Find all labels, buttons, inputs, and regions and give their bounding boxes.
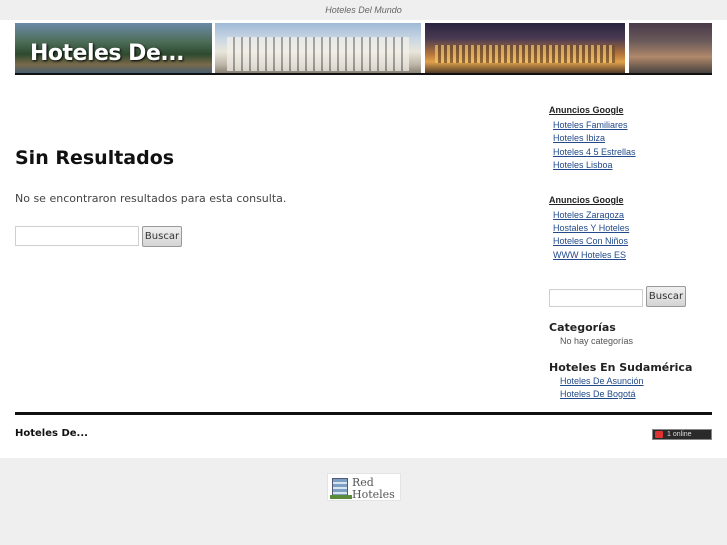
ad-link[interactable]: WWW Hoteles ES (553, 250, 626, 260)
site-name-bar: Hoteles Del Mundo (0, 0, 727, 20)
ads-heading[interactable]: Anuncios Google (549, 195, 624, 205)
no-results-message: No se encontraron resultados para esta c… (15, 192, 287, 205)
ad-link[interactable]: Hoteles Ibiza (553, 133, 605, 143)
categories-empty-text: No hay categorías (560, 336, 634, 346)
sidebar-search-input[interactable] (549, 289, 643, 307)
ad-link[interactable]: Hostales Y Hoteles (553, 223, 629, 233)
banner-photo-night-hotel (425, 23, 625, 73)
search-button[interactable]: Buscar (142, 226, 182, 247)
ad-link[interactable]: Hoteles Familiares (553, 120, 628, 130)
footer-divider (15, 412, 712, 415)
sudamerica-link[interactable]: Hoteles De Asunción (560, 376, 644, 386)
page-content: Hoteles De... Sin Resultados No se encon… (0, 20, 727, 458)
banner-photo-hotel (215, 23, 421, 73)
red-hoteles-logo[interactable]: Red Hoteles (327, 473, 401, 501)
header-title[interactable]: Hoteles De... (30, 41, 184, 66)
banner-photo-palms (629, 23, 712, 73)
ad-link[interactable]: Hoteles Con Niños (553, 236, 628, 246)
ad-link[interactable]: Hoteles Lisboa (553, 160, 613, 170)
ad-link[interactable]: Hoteles 4 5 Estrellas (553, 147, 636, 157)
counter-count: 1 (667, 431, 671, 438)
building-icon (330, 478, 352, 499)
sudamerica-heading: Hoteles En Sudamérica (549, 361, 693, 374)
search-input[interactable] (15, 226, 139, 246)
footer-title[interactable]: Hoteles De... (15, 428, 88, 439)
page-title: Sin Resultados (15, 147, 175, 169)
ad-link[interactable]: Hoteles Zaragoza (553, 210, 624, 220)
logo-text-line2: Hoteles (352, 488, 395, 501)
site-name: Hoteles Del Mundo (325, 5, 402, 15)
counter-icon (655, 431, 663, 438)
categories-heading: Categorías (549, 321, 616, 334)
ads-heading[interactable]: Anuncios Google (549, 105, 624, 115)
sidebar-search-button[interactable]: Buscar (646, 286, 686, 307)
header-banner[interactable]: Hoteles De... (15, 23, 712, 75)
online-counter-badge[interactable]: 1 online (652, 429, 712, 440)
sudamerica-link[interactable]: Hoteles De Bogotá (560, 389, 636, 399)
counter-label: online (672, 431, 692, 438)
